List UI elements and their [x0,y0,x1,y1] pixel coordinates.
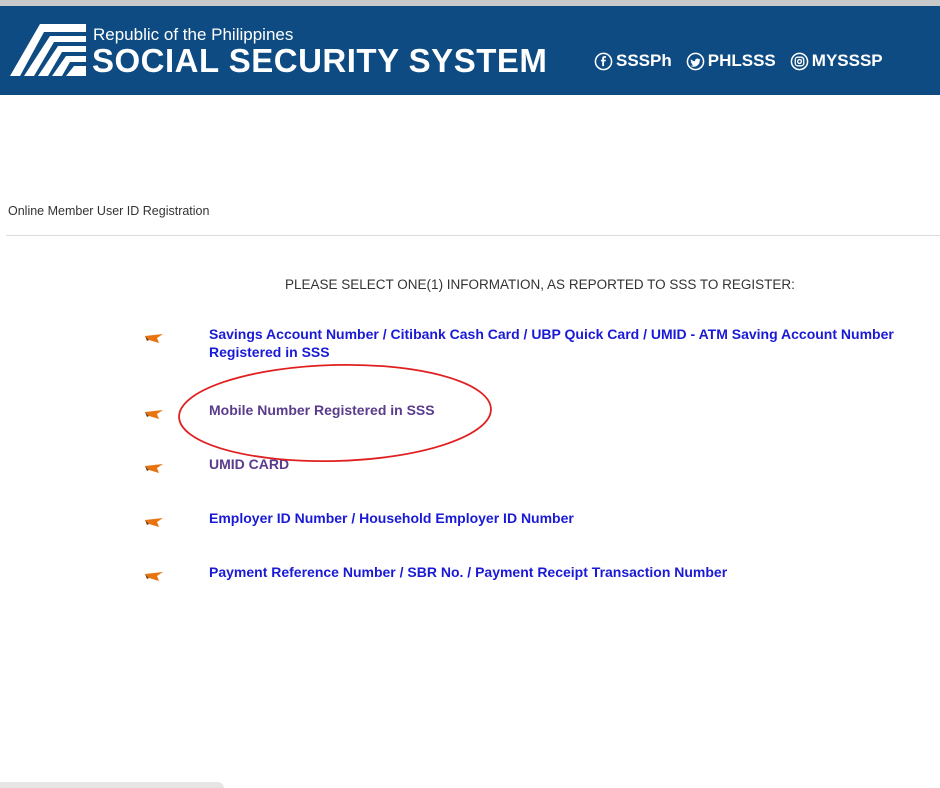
option-link-payment-reference[interactable]: Payment Reference Number / SBR No. / Pay… [209,563,940,581]
divider [6,235,940,236]
social-link-instagram[interactable]: MYSSSP [790,51,883,71]
twitter-icon [686,52,705,70]
pointer-hand-icon [145,518,163,527]
breadcrumb: Online Member User ID Registration [8,204,210,218]
option-payment-reference: Payment Reference Number / SBR No. / Pay… [145,563,940,581]
instruction-text: PLEASE SELECT ONE(1) INFORMATION, AS REP… [285,277,795,292]
pointer-hand-icon [145,464,163,473]
facebook-icon [594,52,613,70]
social-label-twitter: PHLSSS [707,51,776,70]
sss-logo-icon [10,24,86,76]
bottom-scroll-tab [0,782,224,788]
option-employer-id: Employer ID Number / Household Employer … [145,509,940,527]
option-link-umid-card[interactable]: UMID CARD [209,455,940,473]
social-label-facebook: SSSPh [616,51,672,70]
option-link-mobile-number[interactable]: Mobile Number Registered in SSS [209,401,940,419]
pointer-hand-icon [145,572,163,581]
social-links: SSSPh PHLSSS MYSSSP [594,51,897,71]
pointer-hand-icon [145,410,163,419]
brand-title: SOCIAL SECURITY SYSTEM [92,42,548,79]
social-link-twitter[interactable]: PHLSSS [686,51,776,71]
option-link-employer-id[interactable]: Employer ID Number / Household Employer … [209,509,940,527]
option-savings-account: Savings Account Number / Citibank Cash C… [145,325,940,361]
option-mobile-number: Mobile Number Registered in SSS [145,401,940,419]
option-umid-card: UMID CARD [145,455,940,473]
pointer-hand-icon [145,334,163,343]
social-link-facebook[interactable]: SSSPh [594,51,672,71]
social-label-instagram: MYSSSP [811,51,883,70]
instagram-icon [790,52,809,70]
option-link-savings-account[interactable]: Savings Account Number / Citibank Cash C… [209,325,940,361]
site-header: Republic of the Philippines SOCIAL SECUR… [0,6,940,95]
